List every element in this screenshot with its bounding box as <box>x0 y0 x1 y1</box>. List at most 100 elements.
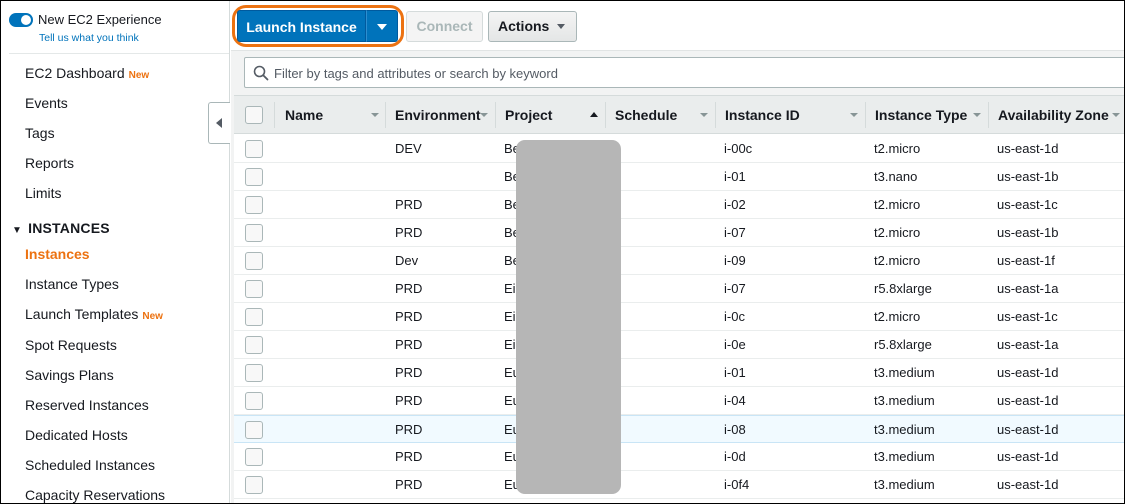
cell-name <box>285 219 385 247</box>
column-label: Instance ID <box>725 107 800 123</box>
redaction-overlay <box>516 140 621 494</box>
column-header-environment[interactable]: Environment <box>385 96 495 134</box>
launch-instance-button[interactable]: Launch Instance <box>237 10 366 42</box>
cell-availability-zone: us-east-1f <box>997 253 1055 268</box>
new-experience-toggle[interactable] <box>9 13 33 27</box>
cell-instance-type: t3.medium <box>874 422 935 437</box>
sidebar-item-scheduled-instances[interactable]: Scheduled Instances <box>25 457 155 473</box>
sidebar-item-reports[interactable]: Reports <box>25 155 74 171</box>
table-row[interactable]: PRDBetai-02t2.microus-east-1c <box>234 191 1124 219</box>
column-header-instance-type[interactable]: Instance Type <box>865 96 988 134</box>
table-row[interactable]: Betai-01t3.nanous-east-1b <box>234 163 1124 191</box>
row-checkbox[interactable] <box>245 224 263 242</box>
cell-name <box>285 471 385 499</box>
search-icon <box>253 65 269 81</box>
table-row[interactable]: PRDEinsteini-07r5.8xlargeus-east-1a <box>234 275 1124 303</box>
sidebar-item-dedicated-hosts[interactable]: Dedicated Hosts <box>25 427 128 443</box>
table-row[interactable]: PRDEuleri-0dt3.mediumus-east-1d <box>234 443 1124 471</box>
column-label: Availability Zone <box>998 107 1109 123</box>
sidebar-collapse-button[interactable] <box>208 102 230 144</box>
column-header-name[interactable]: Name <box>275 96 385 134</box>
table-row[interactable]: PRDEuleri-04t3.mediumus-east-1d <box>234 387 1124 415</box>
sidebar-item-spot-requests[interactable]: Spot Requests <box>25 337 117 353</box>
sidebar-divider <box>9 53 229 54</box>
cell-instance-type: t3.medium <box>874 477 935 492</box>
sidebar-item-capacity-reservations[interactable]: Capacity Reservations <box>25 487 165 503</box>
cell-instance-type: t3.medium <box>874 449 935 464</box>
sidebar-item-tags[interactable]: Tags <box>25 125 55 141</box>
cell-availability-zone: us-east-1a <box>997 337 1059 352</box>
cell-instance-id: i-08 <box>724 422 746 437</box>
row-checkbox[interactable] <box>245 196 263 214</box>
table-row[interactable]: PRDEinsteini-0ct2.microus-east-1c <box>234 303 1124 331</box>
row-checkbox[interactable] <box>245 280 263 298</box>
row-checkbox[interactable] <box>245 364 263 382</box>
sidebar-item-limits[interactable]: Limits <box>25 185 62 201</box>
row-checkbox[interactable] <box>245 336 263 354</box>
feedback-link[interactable]: Tell us what you think <box>39 32 139 44</box>
cell-availability-zone: us-east-1d <box>997 422 1059 437</box>
cell-name <box>285 191 385 219</box>
caret-down-icon <box>557 24 565 29</box>
sidebar-item-instances[interactable]: Instances <box>25 246 90 262</box>
column-header-project[interactable]: Project <box>495 96 605 134</box>
sidebar-item-instance-types[interactable]: Instance Types <box>25 276 119 292</box>
cell-name <box>285 303 385 331</box>
actions-button[interactable]: Actions <box>488 11 577 42</box>
cell-schedule <box>615 331 715 359</box>
cell-availability-zone: us-east-1c <box>997 197 1058 212</box>
row-checkbox[interactable] <box>245 308 263 326</box>
table-row[interactable]: PRDEinsteini-0er5.8xlargeus-east-1a <box>234 331 1124 359</box>
cell-environment: PRD <box>395 197 423 212</box>
cell-availability-zone: us-east-1a <box>997 281 1059 296</box>
row-checkbox[interactable] <box>245 168 263 186</box>
triangle-down-icon: ▼ <box>12 225 23 236</box>
sidebar-item-label: Launch Templates <box>25 306 139 322</box>
cell-instance-type: t3.nano <box>874 169 918 184</box>
cell-availability-zone: us-east-1d <box>997 449 1059 464</box>
actions-label: Actions <box>498 18 550 34</box>
sidebar-item-launch-templates[interactable]: Launch Templates New <box>25 306 163 322</box>
cell-instance-id: i-07 <box>724 281 746 296</box>
table-row[interactable]: PRDBetai-07t2.microus-east-1b <box>234 219 1124 247</box>
filter-search-box[interactable] <box>244 57 1124 88</box>
column-label: Environment <box>395 107 481 123</box>
launch-instance-dropdown[interactable] <box>366 10 398 42</box>
column-header-instance-id[interactable]: Instance ID <box>715 96 865 134</box>
new-badge: New <box>128 70 150 81</box>
cell-environment: Dev <box>395 253 419 268</box>
chevron-left-icon <box>216 118 222 128</box>
instances-table: Name Environment Project Schedule Instan… <box>234 95 1124 503</box>
row-checkbox[interactable] <box>245 140 263 158</box>
sidebar-section-instances[interactable]: ▼ INSTANCES <box>12 220 110 236</box>
cell-name <box>285 247 385 275</box>
section-title: INSTANCES <box>28 220 110 236</box>
table-row[interactable]: PRDEuleri-08t3.mediumus-east-1d <box>234 415 1124 443</box>
filter-input[interactable] <box>274 62 1114 84</box>
row-checkbox[interactable] <box>245 448 263 466</box>
sidebar-item-events[interactable]: Events <box>25 95 68 111</box>
select-all-checkbox[interactable] <box>245 106 263 124</box>
row-checkbox[interactable] <box>245 476 263 494</box>
table-row[interactable]: DevBetai-09t2.microus-east-1f <box>234 247 1124 275</box>
cell-environment: PRD <box>395 422 423 437</box>
column-header-schedule[interactable]: Schedule <box>605 96 715 134</box>
cell-availability-zone: us-east-1b <box>997 225 1059 240</box>
sidebar-item-reserved-instances[interactable]: Reserved Instances <box>25 397 149 413</box>
sidebar-item-savings-plans[interactable]: Savings Plans <box>25 367 114 383</box>
column-header-availability-zone[interactable]: Availability Zone <box>988 96 1124 134</box>
row-checkbox[interactable] <box>245 421 263 439</box>
sidebar-item-ec2-dashboard[interactable]: EC2 Dashboard New <box>25 65 149 81</box>
table-row[interactable]: PRDEuleri-01t3.mediumus-east-1d <box>234 359 1124 387</box>
cell-instance-id: i-01 <box>724 169 746 184</box>
cell-name <box>285 163 385 191</box>
row-checkbox[interactable] <box>245 252 263 270</box>
table-row[interactable]: DEVBetai-00ct2.microus-east-1d <box>234 135 1124 163</box>
row-checkbox[interactable] <box>245 392 263 410</box>
table-row[interactable]: PRDEuleri-0f4t3.mediumus-east-1d <box>234 471 1124 499</box>
new-badge: New <box>142 311 163 322</box>
connect-button[interactable]: Connect <box>406 11 483 42</box>
cell-environment: PRD <box>395 365 423 380</box>
cell-instance-type: t2.micro <box>874 225 921 240</box>
cell-schedule <box>615 303 715 331</box>
